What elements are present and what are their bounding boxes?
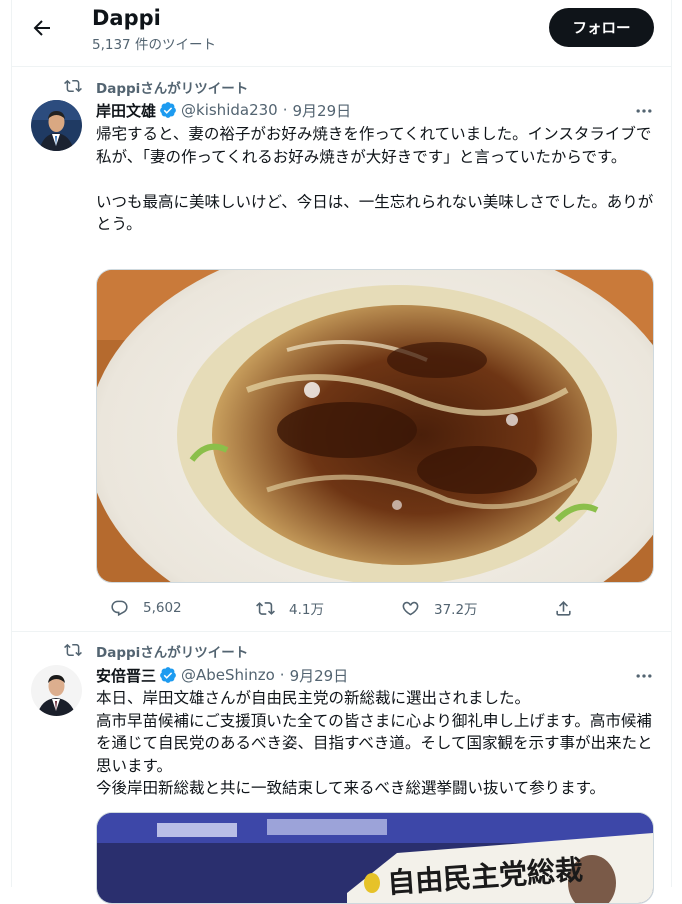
- tweet-date[interactable]: 9月29日: [290, 665, 349, 686]
- reply-button[interactable]: 5,602: [110, 596, 182, 620]
- retweet-label[interactable]: Dappiさんがリツイート: [96, 641, 248, 661]
- verified-icon: [160, 102, 176, 118]
- retweet-icon: [256, 601, 275, 615]
- author-handle[interactable]: @AbeShinzo: [181, 666, 275, 684]
- tweet-photo[interactable]: 自由民主党総裁: [96, 812, 654, 904]
- tweet-count: 5,137 件のツイート: [92, 37, 216, 53]
- like-count: 37.2万: [434, 602, 478, 618]
- follow-button[interactable]: フォロー: [549, 8, 654, 47]
- retweet-indicator: [64, 76, 82, 96]
- retweet-label[interactable]: Dappiさんがリツイート: [96, 77, 248, 97]
- meta-separator: ·: [279, 666, 285, 684]
- verified-icon: [160, 667, 176, 683]
- more-icon[interactable]: [634, 101, 654, 121]
- avatar[interactable]: [31, 100, 82, 151]
- timeline-column: Dappi 5,137 件のツイート フォロー Dappiさんがリツイート 岸田…: [11, 0, 672, 904]
- share-icon: [556, 600, 571, 616]
- share-button[interactable]: [554, 596, 573, 620]
- retweet-icon: [64, 79, 82, 93]
- tweet-photo[interactable]: [96, 269, 654, 583]
- tweet-header: 岸田文雄 @kishida230 · 9月29日: [96, 99, 351, 121]
- tweet-actions: 5,602 4.1万 37.2万: [96, 596, 576, 620]
- tweet-date[interactable]: 9月29日: [292, 100, 351, 121]
- reply-icon: [111, 600, 128, 616]
- like-icon: [402, 601, 419, 615]
- back-arrow-icon[interactable]: [30, 16, 54, 40]
- author-handle[interactable]: @kishida230: [181, 101, 278, 119]
- tweet-text: 帰宅すると、妻の裕子がお好み焼きを作ってくれていました。インスタライブで私が、「…: [96, 125, 654, 233]
- retweet-icon: [64, 643, 82, 657]
- like-button[interactable]: 37.2万: [401, 596, 478, 620]
- tweet[interactable]: Dappiさんがリツイート 安倍晋三 @AbeShinzo · 9月29日 本日…: [12, 632, 671, 904]
- tweet[interactable]: Dappiさんがリツイート 岸田文雄 @kishida230 · 9月29日 帰…: [12, 67, 671, 632]
- retweet-indicator: [64, 640, 82, 660]
- retweet-button[interactable]: 4.1万: [256, 596, 324, 620]
- meta-separator: ·: [282, 101, 288, 119]
- tweet-text: 本日、岸田文雄さんが自由民主党の新総裁に選出されました。 高市早苗候補にご支援頂…: [96, 689, 653, 797]
- author-name[interactable]: 岸田文雄: [96, 100, 156, 121]
- retweet-count: 4.1万: [289, 602, 324, 618]
- author-name[interactable]: 安倍晋三: [96, 665, 156, 686]
- reply-count: 5,602: [143, 600, 182, 616]
- page-title: Dappi: [92, 6, 161, 30]
- avatar[interactable]: [31, 665, 82, 716]
- profile-header: Dappi 5,137 件のツイート フォロー: [12, 0, 671, 67]
- tweet-header: 安倍晋三 @AbeShinzo · 9月29日: [96, 664, 348, 686]
- more-icon[interactable]: [634, 666, 654, 686]
